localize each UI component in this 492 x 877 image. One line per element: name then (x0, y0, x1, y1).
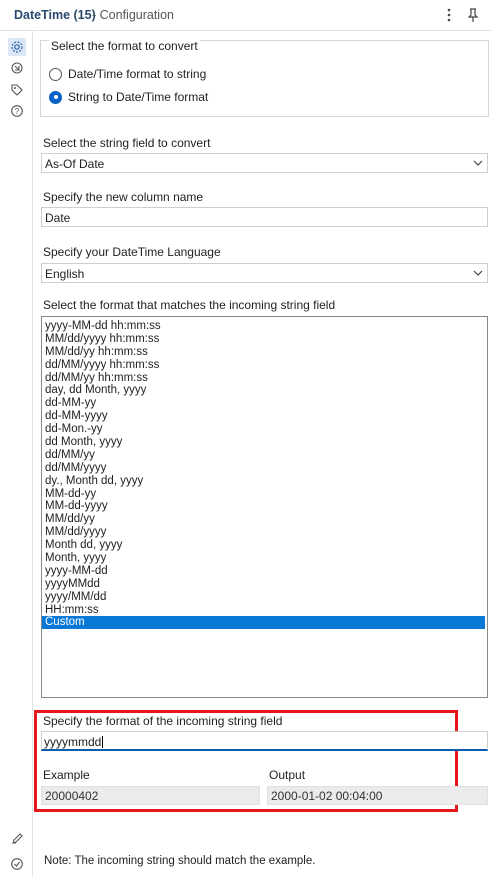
custom-format-value: yyyymmdd (44, 735, 102, 749)
pin-icon[interactable] (466, 6, 480, 24)
radio-label: Date/Time format to string (68, 67, 207, 81)
check-circle-icon[interactable] (8, 855, 26, 873)
format-list-label: Select the format that matches the incom… (43, 298, 336, 312)
format-list-item[interactable]: MM-dd-yy (42, 488, 487, 501)
output-label: Output (269, 768, 306, 782)
format-list-item[interactable]: dd-Mon.-yy (42, 423, 487, 436)
format-list-item[interactable]: yyyyMMdd (42, 578, 487, 591)
radio-string-to-datetime[interactable]: String to Date/Time format (49, 89, 208, 105)
format-list-item[interactable]: dd/MM/yyyy (42, 462, 487, 475)
format-list-item[interactable]: HH:mm:ss (42, 604, 487, 617)
output-field: 2000-01-02 00:04:00 (267, 786, 488, 805)
panel-header: DateTime (15) - Configuration (0, 0, 492, 31)
example-value: 20000402 (45, 789, 99, 803)
format-list-item[interactable]: Month, yyyy (42, 552, 487, 565)
format-list-item[interactable]: dd/MM/yy hh:mm:ss (42, 372, 487, 385)
language-select-value: English (45, 267, 85, 281)
tool-title: DateTime (15) (14, 8, 96, 22)
convert-format-group: Select the format to convert Date/Time f… (40, 39, 489, 117)
panel-subtitle: - Configuration (92, 8, 174, 22)
field-select-value: As-Of Date (45, 157, 105, 171)
help-icon[interactable]: ? (8, 102, 26, 120)
format-listbox[interactable]: yyyy-MM-dd hh:mm:ss MM/dd/yyyy hh:mm:ss MM… (41, 316, 488, 698)
format-list-item[interactable]: MM/dd/yyyy hh:mm:ss (42, 333, 487, 346)
language-select[interactable]: English (41, 263, 488, 283)
svg-text:?: ? (15, 107, 20, 116)
more-options-icon[interactable] (442, 6, 456, 24)
format-list-item[interactable]: MM/dd/yy (42, 513, 487, 526)
chevron-down-icon (473, 157, 483, 169)
format-list-item[interactable]: yyyy/MM/dd (42, 591, 487, 604)
radio-button[interactable] (49, 67, 62, 81)
tag-icon[interactable] (8, 81, 26, 99)
example-label: Example (43, 768, 90, 782)
radio-button-selected[interactable] (49, 90, 62, 104)
column-name-input[interactable]: Date (41, 207, 488, 227)
column-name-value: Date (45, 211, 71, 225)
format-list-item[interactable]: dd/MM/yyyy hh:mm:ss (42, 359, 487, 372)
chevron-down-icon (473, 267, 483, 279)
radio-datetime-to-string[interactable]: Date/Time format to string (49, 66, 206, 82)
pencil-icon[interactable] (8, 830, 26, 848)
text-caret (102, 736, 104, 748)
radio-label: String to Date/Time format (68, 90, 209, 104)
format-list-item[interactable]: dd Month, yyyy (42, 436, 487, 449)
example-field: 20000402 (41, 786, 260, 805)
format-list-item[interactable]: MM/dd/yyyy (42, 526, 487, 539)
format-list-item[interactable]: Month dd, yyyy (42, 539, 487, 552)
connection-icon[interactable] (8, 59, 26, 77)
format-list-item[interactable]: day, dd Month, yyyy (42, 384, 487, 397)
convert-format-legend: Select the format to convert (49, 39, 200, 53)
format-list-item[interactable]: dd-MM-yyyy (42, 410, 487, 423)
language-label: Specify your DateTime Language (43, 245, 221, 259)
custom-format-label: Specify the format of the incoming strin… (43, 714, 283, 728)
output-value: 2000-01-02 00:04:00 (271, 789, 383, 803)
format-list-item[interactable]: dd-MM-yy (42, 397, 487, 410)
format-list-item[interactable]: MM-dd-yyyy (42, 500, 487, 513)
side-rail: ? (0, 31, 33, 877)
format-list-item[interactable]: dd/MM/yy (42, 449, 487, 462)
note-text: Note: The incoming string should match t… (44, 855, 316, 867)
field-select[interactable]: As-Of Date (41, 153, 488, 173)
format-list-item[interactable]: yyyy-MM-dd (42, 565, 487, 578)
field-label: Select the string field to convert (43, 136, 211, 150)
custom-format-input[interactable]: yyyymmdd (41, 731, 488, 751)
gear-icon[interactable] (8, 38, 26, 56)
format-list-item[interactable]: dy., Month dd, yyyy (42, 475, 487, 488)
format-list-item[interactable]: MM/dd/yy hh:mm:ss (42, 346, 487, 359)
format-list-item-selected[interactable]: Custom (42, 616, 485, 630)
format-list-item[interactable]: yyyy-MM-dd hh:mm:ss (42, 320, 487, 333)
column-name-label: Specify the new column name (43, 190, 204, 204)
